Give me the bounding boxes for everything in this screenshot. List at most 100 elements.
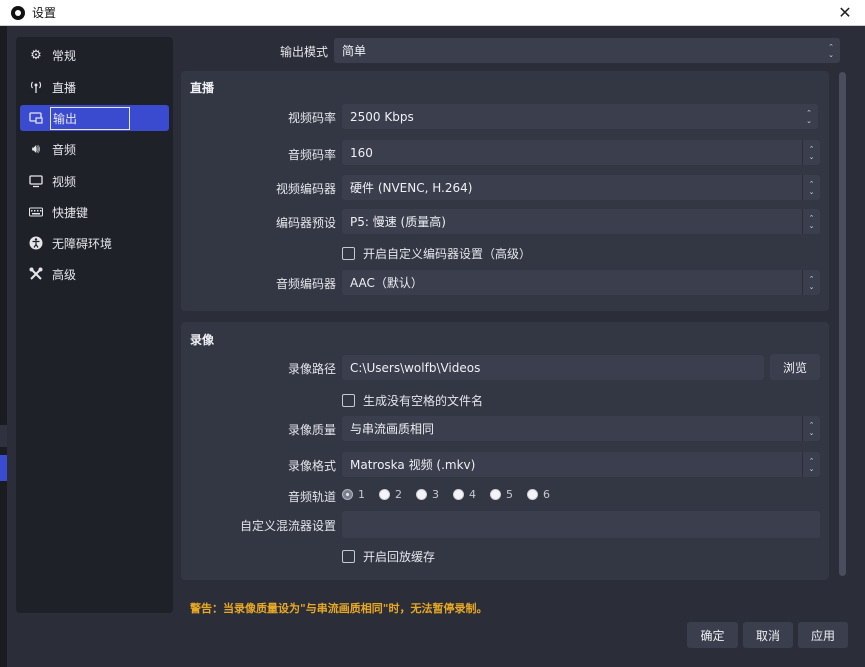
chevron-updown-icon: ⌃ ⌄ <box>802 140 820 165</box>
content-scrollbar[interactable] <box>838 72 847 576</box>
audio-track-radio-4[interactable] <box>453 489 464 500</box>
audio-encoder-select[interactable]: AAC（默认） ⌃ ⌄ <box>342 270 820 295</box>
audio-track-radio-label: 2 <box>395 488 402 501</box>
audio-track-radio-5[interactable] <box>490 489 501 500</box>
recording-quality-select[interactable]: 与串流画质相同 ⌃ ⌄ <box>342 416 820 441</box>
app-logo-icon <box>11 5 25 20</box>
audio-track-radio-3[interactable] <box>416 489 427 500</box>
sidebar-item-advanced[interactable]: 高级 <box>20 261 169 287</box>
browse-button[interactable]: 浏览 <box>770 354 820 380</box>
settings-sidebar: ⚙ 常规 直播 输出 🔊︎ 音频 视频 快捷键 无障碍环境 高级 <box>16 37 173 613</box>
audio-track-radio-6[interactable] <box>527 489 538 500</box>
cancel-button[interactable]: 取消 <box>743 622 793 648</box>
recording-section-title: 录像 <box>190 333 215 347</box>
audio-encoder-label: 音频编码器 <box>275 277 336 291</box>
titlebar: 设置 ✕ <box>0 0 865 26</box>
ok-button[interactable]: 确定 <box>687 622 738 648</box>
streaming-section-title: 直播 <box>190 81 215 95</box>
video-bitrate-spinbox[interactable]: 2500 Kbps ⌃ ⌄ <box>342 104 818 129</box>
audio-track-radio-label: 1 <box>358 488 365 501</box>
sidebar-item-stream[interactable]: 直播 <box>20 74 169 100</box>
keyboard-icon <box>28 204 44 220</box>
recording-path-input[interactable]: C:\Users\wolfb\Videos <box>342 355 764 380</box>
video-bitrate-label: 视频码率 <box>287 111 336 125</box>
audio-track-radio-label: 4 <box>469 488 476 501</box>
recording-path-value: C:\Users\wolfb\Videos <box>350 360 481 375</box>
background-app-edge <box>0 26 7 667</box>
recording-format-select[interactable]: Matroska 视频 (.mkv) ⌃ ⌄ <box>342 452 820 477</box>
sidebar-item-label: 直播 <box>52 80 77 95</box>
sidebar-item-label: 无障碍环境 <box>52 236 113 251</box>
no-space-filename-checkbox-label: 生成没有空格的文件名 <box>363 394 484 408</box>
accessibility-icon <box>28 235 44 251</box>
recording-format-label: 录像格式 <box>287 459 336 473</box>
custom-encoder-checkbox-row[interactable]: 开启自定义编码器设置（高级） <box>342 245 531 262</box>
no-space-filename-checkbox[interactable] <box>342 394 355 407</box>
custom-encoder-checkbox-label: 开启自定义编码器设置（高级） <box>363 247 532 261</box>
window-title: 设置 <box>32 6 57 20</box>
sidebar-item-output[interactable]: 输出 <box>20 105 169 131</box>
no-space-filename-checkbox-row[interactable]: 生成没有空格的文件名 <box>342 392 483 409</box>
chevron-updown-icon: ⌃ ⌄ <box>802 209 820 234</box>
sidebar-item-audio[interactable]: 🔊︎ 音频 <box>20 136 169 162</box>
audio-bitrate-label: 音频码率 <box>287 148 336 162</box>
scrollbar-thumb[interactable] <box>839 72 846 576</box>
settings-window: 设置 ✕ ⚙ 常规 直播 输出 🔊︎ 音频 视频 快捷键 无障碍环境 高级 输出… <box>0 0 865 667</box>
spin-arrows-icon[interactable]: ⌃ ⌄ <box>800 104 818 129</box>
custom-encoder-checkbox[interactable] <box>342 247 355 260</box>
video-bitrate-value: 2500 Kbps <box>350 109 414 124</box>
audio-track-radio-label: 6 <box>543 488 550 501</box>
tools-icon <box>28 266 44 282</box>
sidebar-item-label: 常规 <box>52 48 77 63</box>
recording-format-value: Matroska 视频 (.mkv) <box>350 458 476 472</box>
recording-quality-label: 录像质量 <box>287 423 336 437</box>
audio-track-radio-label: 5 <box>506 488 513 501</box>
custom-muxer-label: 自定义混流器设置 <box>239 519 336 533</box>
audio-encoder-value: AAC（默认） <box>350 276 423 290</box>
background-app-tab <box>0 425 7 447</box>
chevron-updown-icon: ⌃ ⌄ <box>828 42 834 59</box>
close-icon[interactable]: ✕ <box>835 3 855 23</box>
custom-muxer-input[interactable] <box>342 511 820 538</box>
video-encoder-value: 硬件 (NVENC, H.264) <box>350 181 473 195</box>
audio-track-label: 音频轨道 <box>287 490 336 504</box>
audio-bitrate-select[interactable]: 160 ⌃ ⌄ <box>342 140 820 165</box>
encoder-preset-value: P5: 慢速 (质量高) <box>350 215 446 229</box>
encoder-preset-select[interactable]: P5: 慢速 (质量高) ⌃ ⌄ <box>342 209 820 234</box>
background-app-tab-active <box>0 455 7 481</box>
recording-path-label: 录像路径 <box>287 362 336 376</box>
sidebar-item-accessibility[interactable]: 无障碍环境 <box>20 230 169 256</box>
chevron-updown-icon: ⌃ ⌄ <box>802 452 820 477</box>
broadcast-icon <box>28 79 44 95</box>
audio-track-radio-1[interactable] <box>342 489 353 500</box>
output-mode-select[interactable]: 简单 ⌃ ⌄ <box>334 38 840 63</box>
apply-button[interactable]: 应用 <box>798 622 848 648</box>
output-mode-value: 简单 <box>342 44 367 58</box>
sidebar-item-label: 视频 <box>52 174 77 189</box>
audio-track-radio-group: 1 2 3 4 5 6 <box>342 488 564 501</box>
sidebar-item-label: 输出 <box>50 106 131 130</box>
audio-track-radio-2[interactable] <box>379 489 390 500</box>
sidebar-item-video[interactable]: 视频 <box>20 168 169 194</box>
video-encoder-select[interactable]: 硬件 (NVENC, H.264) ⌃ ⌄ <box>342 175 820 200</box>
video-encoder-label: 视频编码器 <box>275 182 336 196</box>
gear-icon: ⚙ <box>30 47 42 63</box>
sidebar-item-label: 音频 <box>52 142 77 157</box>
audio-track-radio-label: 3 <box>432 488 439 501</box>
encoder-preset-label: 编码器预设 <box>275 216 336 230</box>
replay-buffer-checkbox-row[interactable]: 开启回放缓存 <box>342 548 435 565</box>
sidebar-item-general[interactable]: ⚙ 常规 <box>20 42 169 68</box>
monitor-icon <box>28 173 44 189</box>
output-mode-label: 输出模式 <box>279 45 328 59</box>
chevron-updown-icon: ⌃ ⌄ <box>802 416 820 441</box>
replay-buffer-checkbox[interactable] <box>342 550 355 563</box>
sidebar-item-label: 快捷键 <box>52 205 89 220</box>
audio-bitrate-value: 160 <box>350 145 373 160</box>
recording-quality-value: 与串流画质相同 <box>350 422 435 436</box>
sidebar-item-hotkeys[interactable]: 快捷键 <box>20 199 169 225</box>
chevron-updown-icon: ⌃ ⌄ <box>802 270 820 295</box>
sidebar-item-label: 高级 <box>52 267 77 282</box>
warning-text: 警告：当录像质量设为"与串流画质相同"时，无法暂停录制。 <box>190 602 488 615</box>
replay-buffer-checkbox-label: 开启回放缓存 <box>363 550 436 564</box>
chevron-updown-icon: ⌃ ⌄ <box>802 175 820 200</box>
